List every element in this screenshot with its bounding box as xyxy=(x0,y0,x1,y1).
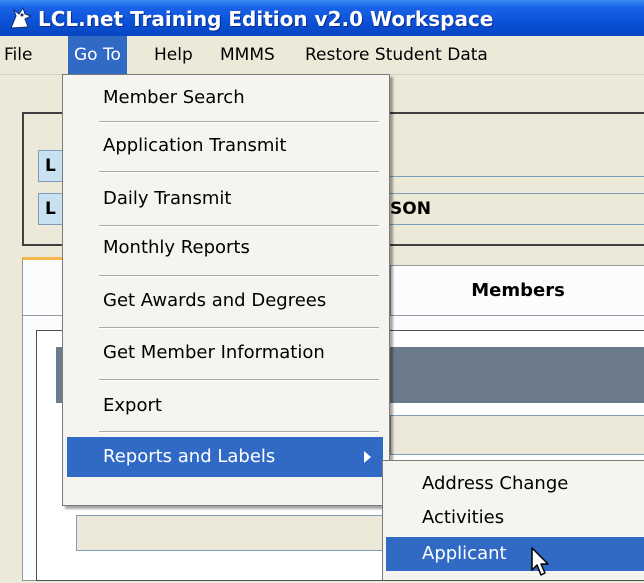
menu-bar: File Go To Help MMMS Restore Student Dat… xyxy=(0,36,644,75)
menu-help[interactable]: Help xyxy=(154,36,193,74)
field-value-2: SON xyxy=(383,193,644,225)
reports-and-labels-submenu: Address Change Activities Applicant xyxy=(382,460,644,580)
tab-members-label: Members xyxy=(471,280,565,301)
menu-item-get-awards-and-degrees[interactable]: Get Awards and Degrees xyxy=(67,278,383,324)
tab-left[interactable] xyxy=(22,257,64,318)
submenu-item-activities[interactable]: Activities xyxy=(386,503,644,533)
menu-go-to[interactable]: Go To xyxy=(68,36,127,74)
menu-separator xyxy=(99,431,379,433)
menu-separator xyxy=(99,327,379,329)
mouse-pointer-icon xyxy=(530,546,552,583)
field-value-1 xyxy=(390,118,644,177)
menu-mmms[interactable]: MMMS xyxy=(220,36,275,74)
title-bar: LCL.net Training Edition v2.0 Workspace xyxy=(0,0,644,36)
grid-row xyxy=(390,415,644,455)
go-to-menu: Member Search Application Transmit Daily… xyxy=(62,74,390,506)
window-title: LCL.net Training Edition v2.0 Workspace xyxy=(38,7,494,31)
menu-item-monthly-reports[interactable]: Monthly Reports xyxy=(67,225,383,271)
menu-separator xyxy=(99,275,379,277)
menu-item-daily-transmit[interactable]: Daily Transmit xyxy=(67,176,383,222)
tab-members[interactable]: Members xyxy=(390,265,644,316)
menu-item-get-member-information[interactable]: Get Member Information xyxy=(67,330,383,376)
menu-item-reports-and-labels-label: Reports and Labels xyxy=(103,446,276,467)
menu-item-reports-and-labels[interactable]: Reports and Labels xyxy=(67,437,383,477)
menu-file[interactable]: File xyxy=(4,36,32,74)
lcl-app-icon xyxy=(8,6,34,34)
menu-item-member-search[interactable]: Member Search xyxy=(67,75,383,121)
menu-separator xyxy=(99,379,379,381)
menu-restore-student-data[interactable]: Restore Student Data xyxy=(305,36,488,74)
submenu-item-applicant[interactable]: Applicant xyxy=(386,537,644,571)
menu-item-export[interactable]: Export xyxy=(67,383,383,429)
menu-separator xyxy=(99,171,379,173)
submenu-arrow-icon xyxy=(364,451,371,463)
submenu-item-address-change[interactable]: Address Change xyxy=(386,469,644,499)
menu-item-application-transmit[interactable]: Application Transmit xyxy=(67,123,383,169)
bottom-field xyxy=(76,515,386,551)
